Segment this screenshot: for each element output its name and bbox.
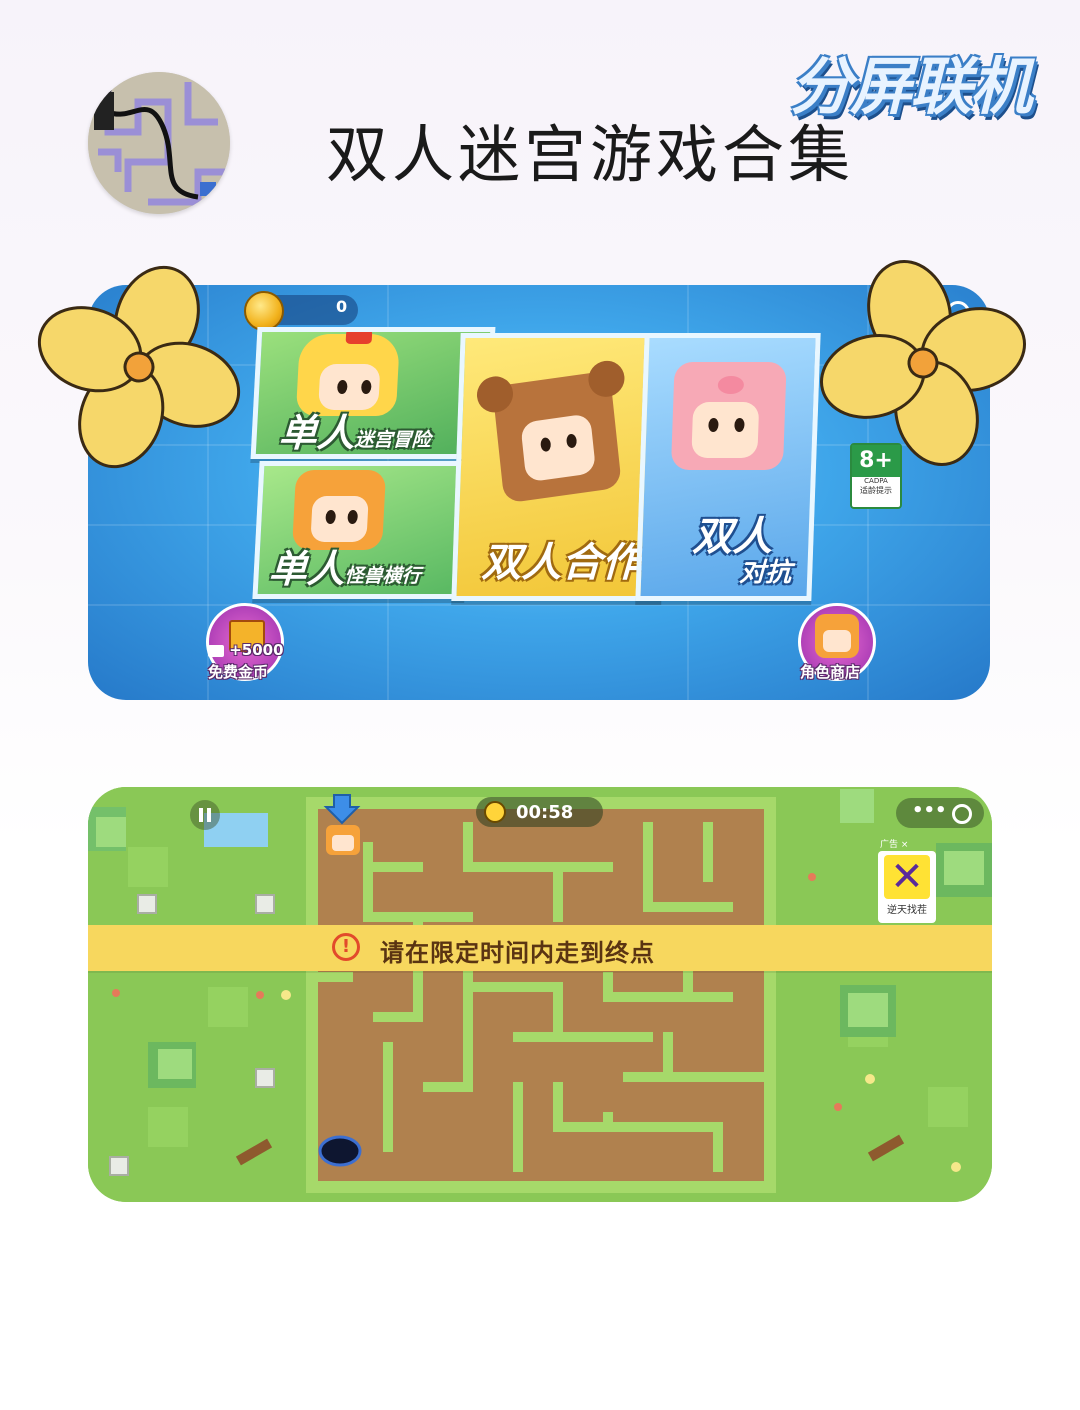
age-rating-org: CADPA: [864, 477, 888, 485]
pig-character-icon: [670, 362, 787, 470]
card-label: 单人怪兽横行: [268, 538, 423, 593]
maze-board-icon: [88, 787, 992, 1202]
black-hole-icon: [318, 1135, 362, 1167]
ad-tile[interactable]: ✕ 逆天找茬: [878, 851, 936, 923]
ad-mark[interactable]: 广告 ×: [880, 837, 908, 850]
more-icon[interactable]: •••: [912, 800, 947, 821]
maze-thumbnail-icon: [88, 72, 230, 214]
maze-screenshot: 00:58 ••• 广告 × ✕ 逆天找茬 ! 请在限定时间内走到终点: [88, 787, 992, 1202]
character-shop-label: 角色商店: [800, 663, 861, 681]
pause-button[interactable]: [190, 800, 220, 830]
mini-program-capsule[interactable]: •••: [896, 798, 984, 828]
coin-count: 0: [336, 297, 348, 316]
card-main-label: 双人合作: [480, 540, 643, 586]
notice-text: 请在限定时间内走到终点: [380, 939, 655, 967]
mode-card-versus[interactable]: 双人 对抗: [635, 333, 821, 601]
card-label: 单人迷宫冒险: [278, 402, 433, 457]
video-icon: [208, 644, 224, 657]
card-sub-label: 怪兽横行: [344, 565, 422, 587]
flower-icon: [37, 265, 241, 469]
coin-icon: [244, 291, 284, 331]
ad-name: 逆天找茬: [887, 905, 927, 916]
split-screen-tag: 分屏联机: [790, 50, 1032, 123]
header: 双人迷宫游戏合集 分屏联机: [0, 0, 1080, 240]
ad-logo-icon: ✕: [884, 855, 930, 899]
tiger-avatar-icon: [815, 614, 859, 658]
free-coins-amount: +5000: [208, 641, 284, 659]
mode-card-single-monster[interactable]: 单人怪兽横行: [252, 461, 472, 599]
card-sub-label: 迷宫冒险: [353, 429, 432, 451]
warning-icon: !: [332, 933, 360, 961]
flower-icon: [819, 259, 1027, 467]
clock-icon: [484, 801, 506, 823]
free-coins-label: 免费金币: [208, 663, 269, 681]
notice-banner: ! 请在限定时间内走到终点: [88, 925, 992, 971]
age-rating-note: 适龄提示: [860, 486, 892, 495]
timer-text: 00:58: [516, 802, 574, 823]
page-title: 双人迷宫游戏合集: [326, 118, 855, 191]
timer: 00:58: [476, 797, 603, 827]
card-sub-label: 对抗: [738, 558, 792, 588]
avatar: [88, 72, 230, 214]
card-main-label: 单人: [277, 411, 357, 455]
card-main-label: 单人: [267, 547, 347, 591]
close-circle-icon[interactable]: [952, 804, 972, 824]
monkey-character-icon: [475, 358, 627, 504]
